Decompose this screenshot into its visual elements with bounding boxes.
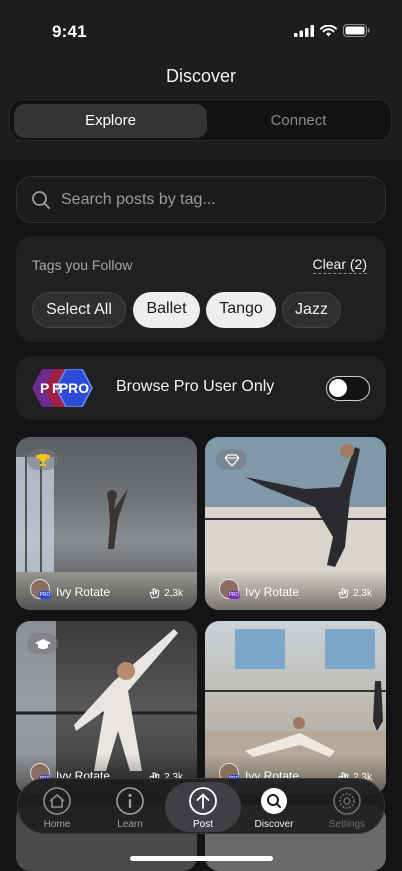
page-title: Discover (165, 66, 236, 86)
nav-post[interactable]: Post (165, 782, 241, 832)
chip-jazz[interactable]: Jazz (282, 292, 341, 328)
nav-discover[interactable]: Discover (236, 779, 312, 835)
post-card[interactable]: PRO Ivy Rotate 2,3k (205, 621, 386, 794)
chip-ballet[interactable]: Ballet (133, 292, 200, 328)
post-card[interactable]: PRO Ivy Rotate 2,3k (16, 437, 197, 610)
diamond-icon (216, 449, 247, 470)
search-icon (261, 788, 287, 814)
wifi-icon (320, 24, 337, 36)
chip-tango[interactable]: Tango (206, 292, 276, 328)
svg-text:P: P (40, 380, 49, 396)
status-time: 9:41 (52, 22, 87, 41)
pro-only-toggle[interactable] (326, 376, 370, 401)
pro-filter-row: P P PRO Browse Pro User Only (16, 356, 386, 420)
graduation-cap-icon (27, 633, 58, 654)
home-icon (43, 787, 71, 815)
header: Discover Explore Connect (0, 62, 402, 160)
clap-icon (149, 588, 160, 599)
upload-icon (189, 787, 217, 815)
feed-content[interactable]: Search posts by tag... Tags you Follow C… (0, 160, 402, 871)
pro-badges-icon: P P PRO (32, 369, 93, 407)
home-indicator (130, 856, 273, 861)
signal-icon (294, 24, 314, 37)
avatar: PRO (219, 579, 240, 599)
nav-home[interactable]: Home (19, 779, 95, 835)
tab-connect[interactable]: Connect (207, 104, 390, 138)
post-card[interactable]: PRO Ivy Rotate 2,3k (16, 621, 197, 794)
post-username: Ivy Rotate (56, 585, 111, 599)
info-icon (116, 787, 144, 815)
avatar: PRO (30, 579, 51, 599)
post-likes: 2,3k (338, 587, 372, 599)
tags-card: Tags you Follow Clear (2) Select All Bal… (16, 236, 386, 342)
status-bar: 9:41 (0, 0, 402, 62)
trophy-icon (27, 449, 58, 470)
search-icon (32, 191, 50, 209)
status-icons (294, 24, 370, 37)
pro-filter-label: Browse Pro User Only (116, 378, 275, 395)
battery-icon (343, 24, 370, 37)
segmented-control: Explore Connect (9, 99, 392, 141)
tab-explore[interactable]: Explore (14, 104, 207, 138)
chip-select-all[interactable]: Select All (32, 292, 126, 328)
post-card[interactable]: PRO Ivy Rotate 2,3k (205, 437, 386, 610)
toggle-knob (329, 379, 347, 397)
settings-icon (333, 787, 361, 815)
nav-learn[interactable]: Learn (92, 779, 168, 835)
post-likes: 2,3k (149, 587, 183, 599)
bottom-nav: Home Learn Post Discover Settings (17, 778, 385, 834)
search-input[interactable]: Search posts by tag... (16, 176, 386, 223)
tags-heading: Tags you Follow (32, 257, 133, 273)
clap-icon (338, 588, 349, 599)
post-username: Ivy Rotate (245, 585, 300, 599)
nav-settings[interactable]: Settings (309, 779, 385, 835)
pro-badge-text: PRO (59, 380, 89, 396)
clear-tags-button[interactable]: Clear (2) (312, 256, 367, 274)
search-placeholder: Search posts by tag... (61, 191, 216, 208)
